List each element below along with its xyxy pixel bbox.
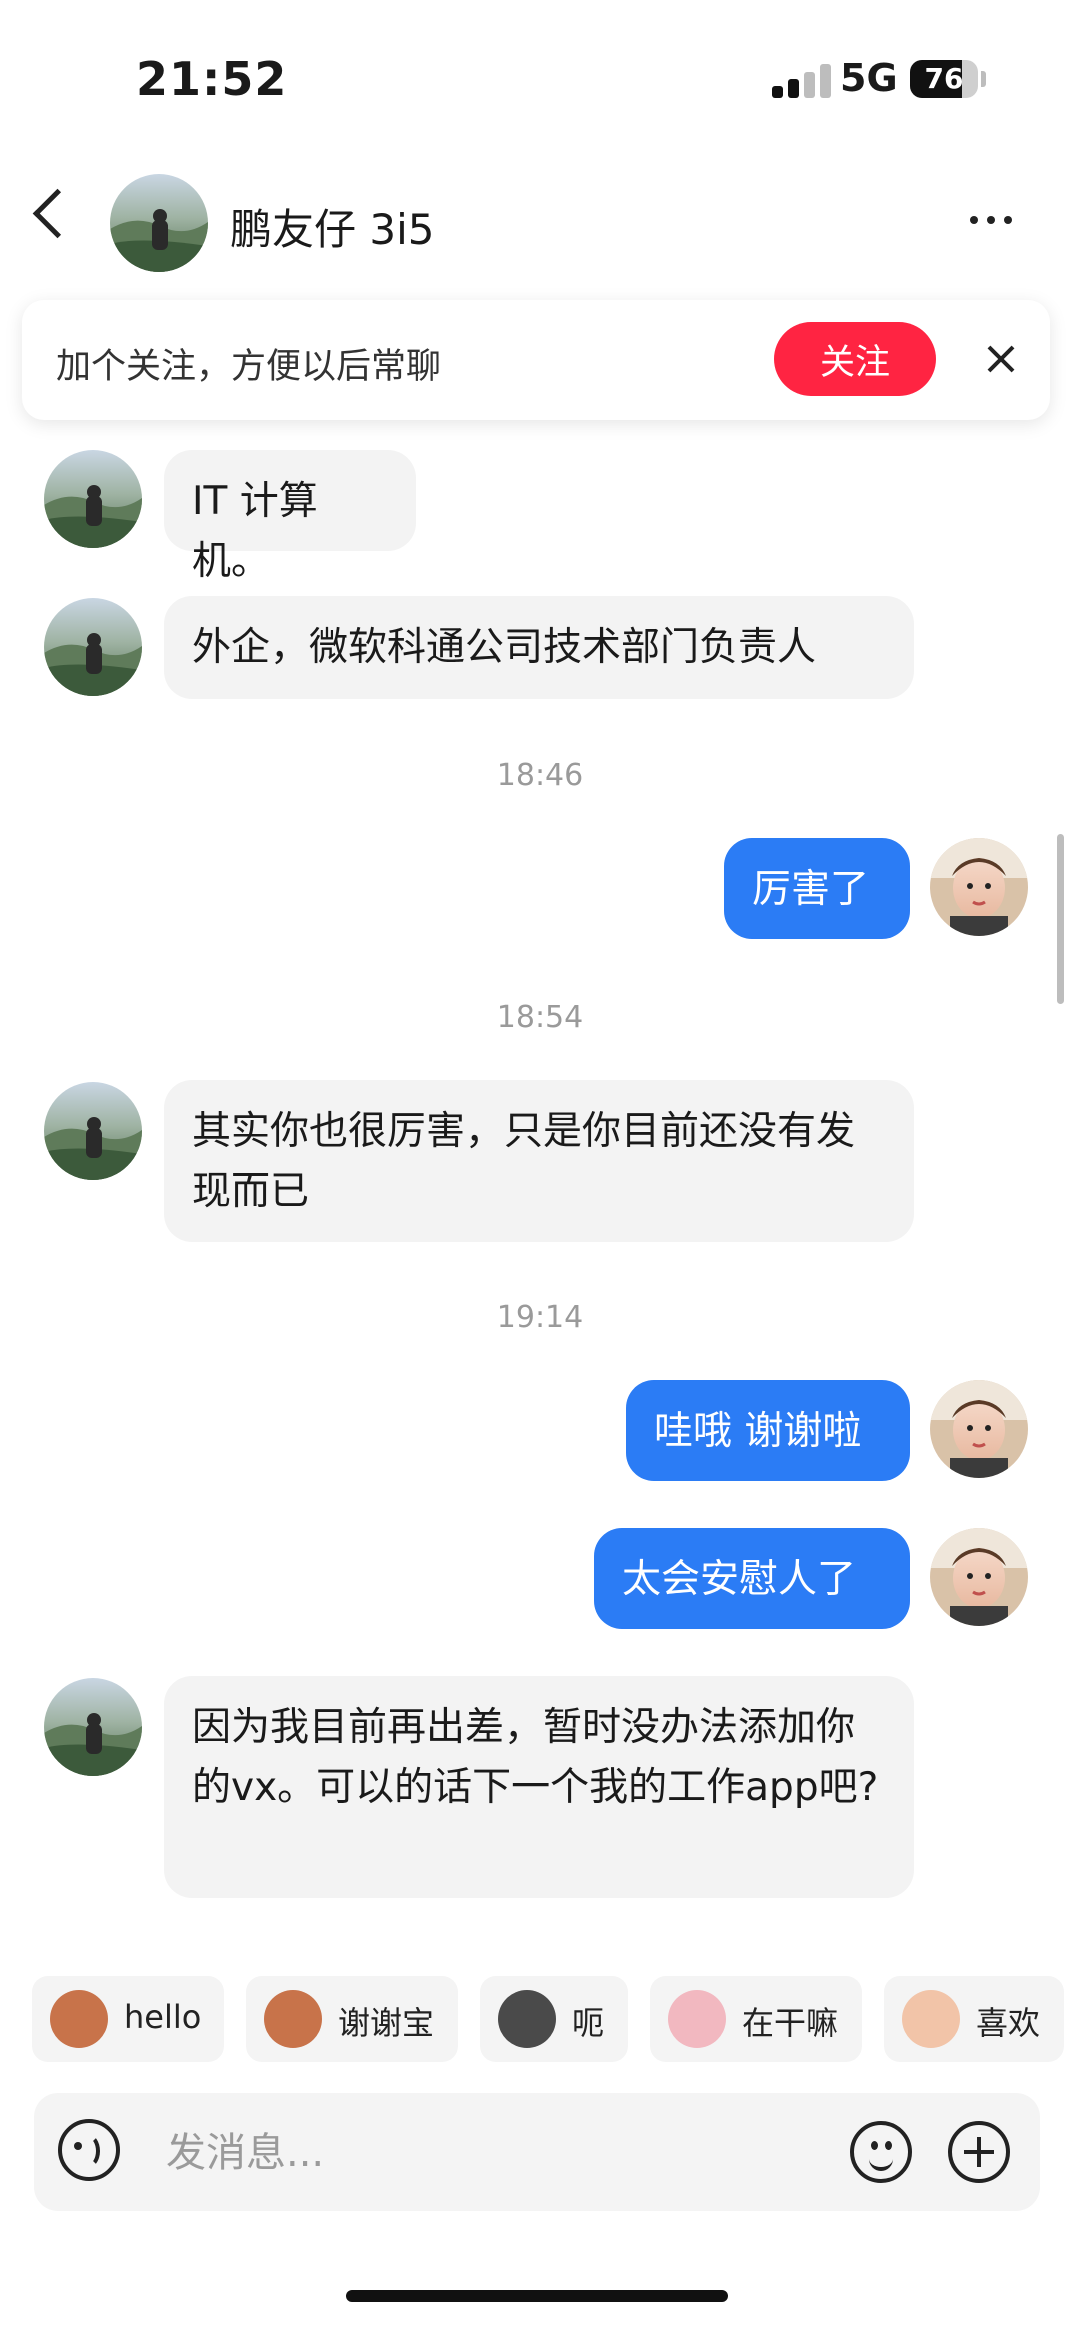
contact-name[interactable]: 鹏友仔 3i5 xyxy=(230,196,434,257)
monkey-sticker-icon xyxy=(50,1990,108,2048)
my-avatar[interactable] xyxy=(930,1528,1028,1626)
message-timestamp: 18:54 xyxy=(496,1000,584,1035)
quick-reply-label: hello xyxy=(124,1998,202,2036)
signal-icon xyxy=(772,64,832,98)
incoming-message-bubble[interactable]: 外企，微软科通公司技术部门负责人 xyxy=(164,596,914,699)
close-icon[interactable] xyxy=(980,338,1022,380)
follow-banner-text: 加个关注，方便以后常聊 xyxy=(56,347,442,387)
incoming-message-bubble[interactable]: 因为我目前再出差，暂时没办法添加你的vx。可以的话下一个我的工作app吧? xyxy=(164,1676,914,1898)
message-input-bar xyxy=(34,2093,1040,2211)
quick-reply-label: 谢谢宝 xyxy=(338,2004,435,2042)
scrollbar[interactable] xyxy=(1057,834,1064,1004)
emoji-icon[interactable] xyxy=(850,2121,912,2183)
message-input[interactable] xyxy=(164,2123,728,2183)
status-time: 21:52 xyxy=(136,52,288,106)
message-timestamp: 18:46 xyxy=(496,758,584,793)
cat-sticker-icon xyxy=(498,1990,556,2048)
quick-reply-chip[interactable]: 谢谢宝 xyxy=(246,1976,458,2062)
battery-icon: 76 xyxy=(910,60,978,98)
follow-button[interactable]: 关注 xyxy=(774,322,936,396)
follow-banner: 加个关注，方便以后常聊 关注 xyxy=(22,300,1050,420)
quick-reply-label: 喜欢 xyxy=(976,2004,1041,2042)
pig-heart-sticker-icon xyxy=(902,1990,960,2048)
pig-sticker-icon xyxy=(668,1990,726,2048)
outgoing-message-bubble[interactable]: 厉害了 xyxy=(724,838,910,939)
add-attachment-icon[interactable] xyxy=(948,2121,1010,2183)
incoming-message-bubble[interactable]: 其实你也很厉害，只是你目前还没有发现而已 xyxy=(164,1080,914,1242)
voice-input-icon[interactable] xyxy=(58,2119,120,2181)
my-avatar[interactable] xyxy=(930,1380,1028,1478)
contact-message-avatar[interactable] xyxy=(44,1678,142,1776)
incoming-message-bubble[interactable]: IT 计算机。 xyxy=(164,450,416,584)
monkey-flower-sticker-icon xyxy=(264,1990,322,2048)
quick-reply-chip[interactable]: 呃 xyxy=(480,1976,628,2062)
my-avatar[interactable] xyxy=(930,838,1028,936)
quick-reply-label: 呃 xyxy=(572,2004,605,2042)
more-options-icon[interactable] xyxy=(970,216,1012,224)
battery-cap xyxy=(981,71,986,87)
back-arrow-icon[interactable] xyxy=(32,188,83,239)
network-label: 5G xyxy=(840,56,898,100)
quick-reply-chip[interactable]: 在干嘛 xyxy=(650,1976,862,2062)
contact-message-avatar[interactable] xyxy=(44,450,142,548)
outgoing-message-bubble[interactable]: 哇哦 谢谢啦 xyxy=(626,1380,910,1481)
quick-reply-label: 在干嘛 xyxy=(742,2004,839,2042)
home-indicator[interactable] xyxy=(346,2290,728,2302)
contact-avatar[interactable] xyxy=(110,174,208,272)
battery-level: 76 xyxy=(924,62,964,95)
outgoing-message-bubble[interactable]: 太会安慰人了 xyxy=(594,1528,910,1629)
message-timestamp: 19:14 xyxy=(496,1300,584,1335)
quick-reply-chip[interactable]: 喜欢 xyxy=(884,1976,1064,2062)
contact-message-avatar[interactable] xyxy=(44,1082,142,1180)
contact-message-avatar[interactable] xyxy=(44,598,142,696)
quick-reply-chip[interactable]: hello xyxy=(32,1976,224,2062)
